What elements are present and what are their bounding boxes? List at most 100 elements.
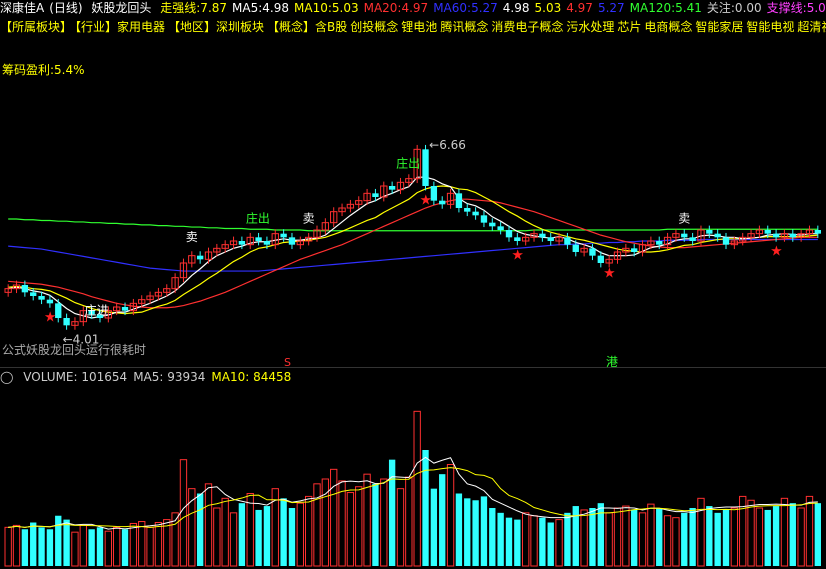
volume-bar — [221, 497, 229, 567]
volume-bar — [455, 493, 463, 566]
volume-bar — [697, 497, 705, 567]
star-signal: ★ — [420, 192, 433, 208]
volume-bar — [647, 503, 655, 567]
volume-bar — [530, 515, 538, 567]
volume-ma10-line — [8, 467, 818, 528]
candle-body — [439, 200, 446, 205]
volume-bar — [288, 508, 296, 566]
candle-body — [789, 233, 796, 238]
volume-bar — [706, 506, 713, 566]
volume-bar — [446, 464, 455, 567]
volume-bar — [497, 512, 504, 566]
volume-bar — [113, 526, 121, 567]
volume-bar — [805, 495, 814, 567]
zhuangchu-signal: 庄出 — [396, 156, 420, 171]
sell-signal: 卖 — [186, 230, 198, 244]
volume-bar — [96, 527, 104, 566]
candle-body — [38, 296, 45, 300]
volume-bar — [154, 522, 163, 567]
volume-bar — [380, 478, 388, 567]
volume-bar — [589, 508, 596, 566]
volume-bar — [179, 459, 188, 567]
volume-bar — [246, 493, 254, 567]
volume-bar — [722, 509, 730, 566]
candle-body — [772, 233, 780, 238]
volume-bar — [555, 519, 563, 567]
volume-bar — [263, 506, 271, 566]
candle-body — [547, 237, 554, 241]
candle-body — [455, 193, 463, 208]
volume-bar — [71, 531, 79, 567]
volume-bar — [505, 517, 513, 566]
candle-body — [46, 299, 54, 304]
candle-body — [480, 215, 488, 223]
volume-bar — [672, 517, 680, 567]
volume-bar — [12, 524, 21, 567]
ma20-line — [8, 198, 818, 309]
volume-bar — [413, 410, 421, 567]
volume-bar — [46, 529, 54, 566]
candle-body — [564, 237, 571, 245]
volume-bar — [422, 450, 429, 566]
volume-bar — [564, 512, 571, 566]
volume-bar — [396, 488, 405, 567]
sell-signal: 卖 — [303, 212, 315, 226]
candle-body — [30, 292, 37, 296]
candle-body — [388, 186, 396, 190]
volume-bar — [330, 468, 338, 567]
volume-bar — [764, 509, 771, 566]
volume-bar — [730, 507, 739, 567]
volume-bar — [163, 519, 171, 567]
candle-body — [589, 248, 596, 256]
candle-body — [464, 208, 471, 212]
volume-bar — [405, 476, 413, 567]
volume-bar — [88, 529, 95, 566]
volume-bar — [797, 507, 805, 567]
volume-bar — [346, 492, 355, 567]
volume-bar — [296, 502, 304, 567]
candle-body — [505, 230, 513, 238]
volume-bar — [439, 474, 446, 566]
volume-bar — [213, 507, 221, 567]
volume-bar — [780, 497, 789, 567]
volume-bar — [772, 506, 780, 566]
candle-body — [21, 285, 29, 293]
volume-bar — [355, 486, 363, 567]
candle-body — [489, 222, 496, 227]
candle-body — [631, 248, 638, 252]
candle-body — [514, 237, 521, 241]
volume-bar — [196, 493, 204, 566]
volume-bar — [121, 529, 129, 566]
volume-bar — [255, 509, 262, 566]
volume-bar — [372, 483, 379, 566]
volume-bar — [55, 515, 62, 566]
volume-bar — [747, 499, 755, 567]
volume-bar — [146, 526, 154, 567]
volume-bar — [38, 527, 45, 566]
s-marker: S — [284, 356, 291, 369]
candle-body — [497, 226, 504, 230]
volume-bar — [30, 522, 37, 566]
candle-body — [472, 211, 479, 216]
kline-chart[interactable]: ←6.66←4.01卖卖 卖庄出庄出庄进★★★★★S 港 — [0, 0, 826, 569]
candle-body — [722, 237, 730, 245]
volume-bar — [313, 483, 321, 567]
volume-bar — [689, 508, 696, 566]
high-price-label: ←6.66 — [429, 138, 466, 152]
candle-body — [597, 255, 604, 263]
candle-body — [196, 255, 204, 260]
volume-bar — [681, 512, 688, 566]
candle-body — [681, 233, 688, 238]
candle-body — [121, 307, 129, 311]
candle-body — [63, 318, 70, 326]
candle-body — [714, 233, 721, 238]
sell-signal: 卖 — [678, 212, 690, 226]
candle-body — [572, 244, 579, 252]
zhuangjin-signal: 庄进 — [85, 302, 109, 317]
volume-bar — [605, 512, 613, 567]
volume-bar — [480, 496, 488, 566]
candle-body — [288, 237, 296, 245]
volume-bar — [204, 483, 213, 567]
candle-body — [689, 237, 696, 241]
volume-bar — [304, 495, 313, 567]
